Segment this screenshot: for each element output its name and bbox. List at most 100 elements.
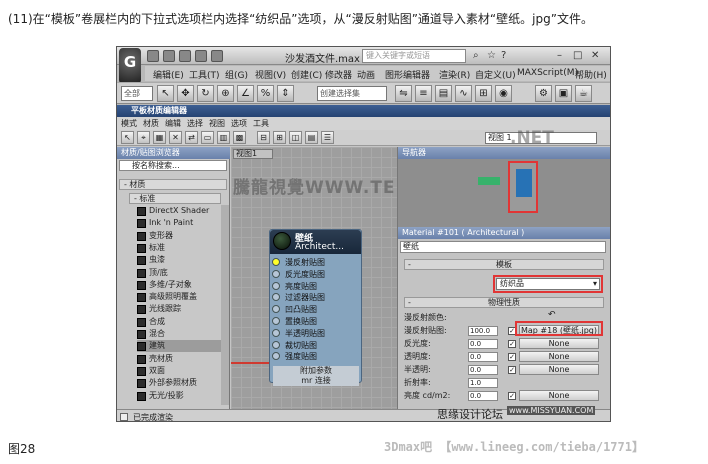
- pick-material-icon[interactable]: ⌖: [137, 131, 150, 144]
- minimize-icon[interactable]: –: [557, 50, 562, 61]
- help-icon[interactable]: ?: [501, 50, 506, 61]
- slot-socket-icon[interactable]: [272, 258, 280, 266]
- editor-menu-utilities[interactable]: 工具: [253, 118, 269, 129]
- menu-customize[interactable]: 自定义(U): [475, 68, 516, 81]
- property-spinner[interactable]: 1.0: [468, 378, 498, 388]
- editor-menu-material[interactable]: 材质: [143, 118, 159, 129]
- render-setup-icon[interactable]: ⚙: [535, 85, 552, 102]
- material-list-item[interactable]: 光线跟踪: [137, 303, 221, 315]
- material-list-item[interactable]: 虫漆: [137, 254, 221, 266]
- material-list-item[interactable]: 外部参照材质: [137, 377, 221, 389]
- align-icon[interactable]: ≡: [415, 85, 432, 102]
- browser-scrollbar[interactable]: [221, 205, 229, 405]
- slot-socket-icon[interactable]: [272, 352, 280, 361]
- material-node[interactable]: 壁纸 Architect... 漫反射贴图 反光度贴图 亮度贴图 过滤器贴图 凹凸贴图置…: [269, 229, 362, 386]
- assign-material-icon[interactable]: ▦: [153, 131, 166, 144]
- menu-views[interactable]: 视图(V): [255, 68, 286, 81]
- menu-modifiers[interactable]: 修改器: [325, 68, 352, 81]
- node-extra-params[interactable]: 附加参数: [273, 366, 359, 376]
- undo-icon[interactable]: [195, 50, 207, 62]
- material-list-item[interactable]: 混合: [137, 328, 221, 340]
- slot-socket-icon[interactable]: [272, 293, 280, 302]
- parameter-editor-icon[interactable]: ▤: [305, 131, 318, 144]
- tab-view-1[interactable]: 视图1: [233, 149, 273, 159]
- star-icon[interactable]: ☆: [487, 50, 496, 61]
- new-file-icon[interactable]: [147, 50, 159, 62]
- map-button[interactable]: None: [519, 390, 599, 401]
- slot-socket-icon[interactable]: [272, 281, 280, 290]
- editor-menu-select[interactable]: 选择: [187, 118, 203, 129]
- material-name-field[interactable]: 壁纸: [400, 241, 606, 253]
- save-file-icon[interactable]: [179, 50, 191, 62]
- category-standard[interactable]: - 标准: [129, 193, 221, 204]
- slot-socket-icon[interactable]: [272, 340, 280, 349]
- property-spinner[interactable]: 0.0: [468, 339, 498, 349]
- node-slot[interactable]: 半透明贴图: [272, 328, 354, 339]
- node-header[interactable]: 壁纸 Architect...: [270, 230, 361, 254]
- node-slot[interactable]: 过滤器贴图: [272, 292, 354, 303]
- browser-search-input[interactable]: 按名称搜索...: [119, 160, 227, 171]
- node-slot[interactable]: 漫反射贴图: [272, 257, 354, 268]
- menu-maxscript[interactable]: MAXScript(M): [517, 68, 578, 78]
- selection-filter-select[interactable]: 全部: [121, 86, 153, 101]
- property-checkbox[interactable]: ✓: [508, 340, 516, 348]
- material-list-item[interactable]: 高级照明覆盖: [137, 291, 221, 303]
- swap-arrow-icon[interactable]: ↶: [548, 310, 556, 320]
- spinner-snap-icon[interactable]: ⇕: [277, 85, 294, 102]
- curve-editor-icon[interactable]: ∿: [455, 85, 472, 102]
- select-tool-icon[interactable]: ↖: [121, 131, 134, 144]
- node-slot[interactable]: 置换贴图: [272, 316, 354, 327]
- property-spinner[interactable]: 0.0: [468, 365, 498, 375]
- binoculars-icon[interactable]: ⌕: [473, 50, 479, 61]
- move-children-icon[interactable]: ⇄: [185, 131, 198, 144]
- map-button[interactable]: None: [519, 364, 599, 375]
- material-editor-icon[interactable]: ◉: [495, 85, 512, 102]
- material-list-item[interactable]: Ink 'n Paint: [137, 217, 221, 229]
- property-spinner[interactable]: 0.0: [468, 391, 498, 401]
- material-list-item[interactable]: DirectX Shader: [137, 205, 221, 217]
- menu-help[interactable]: 帮助(H): [575, 68, 607, 81]
- maximize-icon[interactable]: □: [573, 50, 582, 61]
- rendered-frame-icon[interactable]: ▣: [555, 85, 572, 102]
- rollout-physical[interactable]: - 物理性质: [404, 297, 604, 308]
- percent-snap-icon[interactable]: %: [257, 85, 274, 102]
- material-list-item[interactable]: 双面: [137, 365, 221, 377]
- layout-children-icon[interactable]: ⊞: [273, 131, 286, 144]
- menu-rendering[interactable]: 渲染(R): [439, 68, 470, 81]
- node-slot[interactable]: 凹凸贴图: [272, 304, 354, 315]
- delete-icon[interactable]: ✕: [169, 131, 182, 144]
- show-map-icon[interactable]: ▥: [217, 131, 230, 144]
- layer-manager-icon[interactable]: ▤: [435, 85, 452, 102]
- property-checkbox[interactable]: ✓: [508, 392, 516, 400]
- search-input[interactable]: 键入关键字或短语: [362, 49, 466, 63]
- show-background-icon[interactable]: ▩: [233, 131, 246, 144]
- named-selection-set-input[interactable]: 创建选择集: [317, 86, 387, 101]
- editor-menu-view[interactable]: 视图: [209, 118, 225, 129]
- node-slot[interactable]: 裁切贴图: [272, 340, 354, 351]
- material-list-item[interactable]: 变形器: [137, 230, 221, 242]
- editor-menu-edit[interactable]: 编辑: [165, 118, 181, 129]
- property-checkbox[interactable]: ✓: [508, 353, 516, 361]
- snaps-toggle-icon[interactable]: ⊕: [217, 85, 234, 102]
- slot-socket-icon[interactable]: [272, 317, 280, 325]
- property-checkbox[interactable]: ✓: [508, 366, 516, 374]
- category-materials[interactable]: - 材质: [119, 179, 227, 190]
- property-spinner[interactable]: 0.0: [468, 352, 498, 362]
- property-spinner[interactable]: 100.0: [468, 326, 498, 336]
- menu-graph-editors[interactable]: 图形编辑器: [385, 68, 430, 81]
- app-logo-button[interactable]: G: [119, 48, 141, 84]
- material-map-navigator-icon[interactable]: ◫: [289, 131, 302, 144]
- material-list-item[interactable]: 顶/底: [137, 267, 221, 279]
- redo-icon[interactable]: [211, 50, 223, 62]
- material-list-item[interactable]: 无光/投影: [137, 390, 221, 402]
- editor-menu-modes[interactable]: 模式: [121, 118, 137, 129]
- select-move-icon[interactable]: ✥: [177, 85, 194, 102]
- slot-socket-icon[interactable]: [272, 328, 280, 337]
- map-button[interactable]: None: [519, 338, 599, 349]
- material-list-item[interactable]: 标准: [137, 242, 221, 254]
- slot-socket-icon[interactable]: [272, 269, 280, 278]
- editor-menu-options[interactable]: 选项: [231, 118, 247, 129]
- hide-unused-icon[interactable]: ▭: [201, 131, 214, 144]
- menu-edit[interactable]: 编辑(E): [153, 68, 184, 81]
- select-rotate-icon[interactable]: ↻: [197, 85, 214, 102]
